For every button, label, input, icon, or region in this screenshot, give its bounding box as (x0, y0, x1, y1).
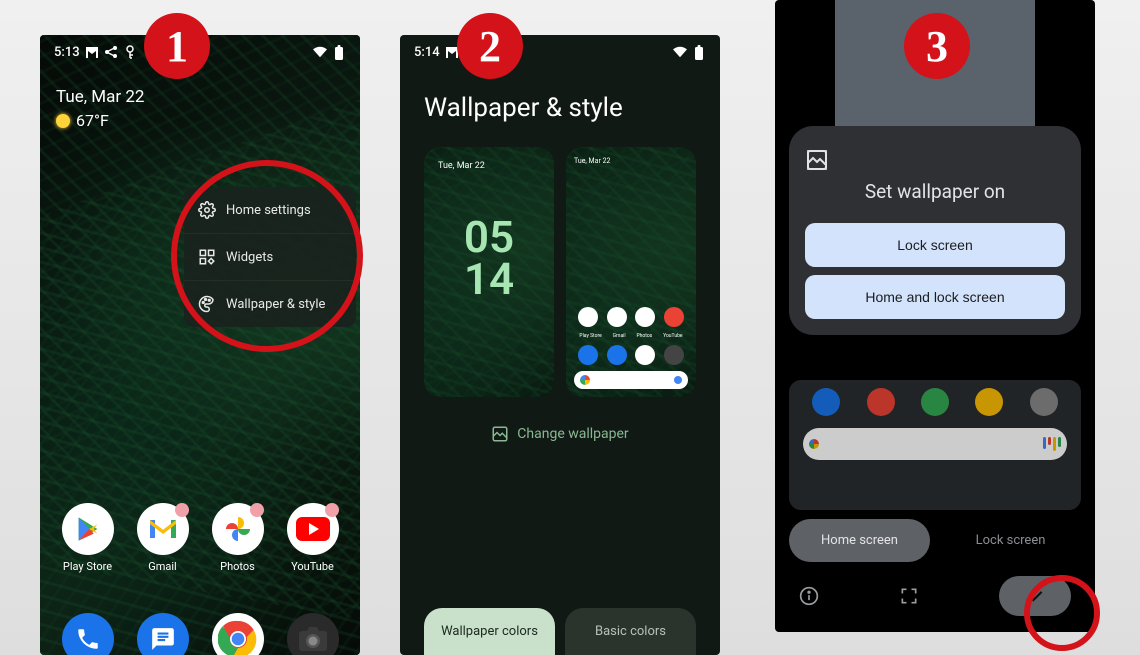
notification-dot (175, 503, 189, 517)
key-status-icon (123, 45, 137, 59)
gear-icon (198, 201, 216, 219)
mini-date: Tue, Mar 22 (574, 157, 610, 165)
app-label: Photos (220, 560, 255, 573)
mic-icon (1043, 437, 1061, 451)
home-app-row: Play Store Gmail Photos YouTube (40, 503, 360, 573)
status-time: 5:14 (414, 45, 440, 60)
menu-widgets[interactable]: Widgets (184, 234, 356, 281)
menu-wallpaper-style[interactable]: Wallpaper & style (184, 281, 356, 327)
app-play-store[interactable]: Play Store (56, 503, 120, 573)
page-title: Wallpaper & style (400, 65, 720, 147)
phone-screenshot-2: 5:14 Wallpaper & style Tue, Mar 22 05 (400, 35, 720, 655)
tab-lock-screen[interactable]: Lock screen (940, 519, 1081, 562)
palette-icon (198, 295, 216, 313)
mini-search-bar (574, 371, 688, 389)
check-icon (1025, 586, 1045, 606)
dialog-title: Set wallpaper on (805, 180, 1065, 203)
homescreen-preview[interactable]: Tue, Mar 22 Play Store Gmail Photos YouT… (566, 147, 696, 397)
play-store-icon (62, 503, 114, 555)
tab-wallpaper-colors[interactable]: Wallpaper colors (424, 608, 555, 655)
youtube-icon (287, 503, 339, 555)
widgets-icon (198, 248, 216, 266)
wallpaper-dialog-icon (805, 148, 1065, 172)
messages-icon (137, 613, 189, 655)
weather-temp[interactable]: 67°F (56, 111, 144, 130)
wifi-icon (313, 45, 327, 59)
option-home-and-lock[interactable]: Home and lock screen (805, 275, 1065, 319)
app-chrome[interactable] (206, 613, 270, 655)
lockscreen-preview[interactable]: Tue, Mar 22 05 14 (424, 147, 554, 397)
wifi-icon (673, 45, 687, 59)
home-longpress-menu: Home settings Widgets Wallpaper & style (184, 187, 356, 327)
app-photos[interactable]: Photos (206, 503, 270, 573)
change-wallpaper-button[interactable]: Change wallpaper (400, 425, 720, 443)
app-label: YouTube (291, 560, 334, 573)
weather-date[interactable]: Tue, Mar 22 (56, 87, 144, 107)
camera-icon (287, 613, 339, 655)
share-status-icon (104, 45, 118, 59)
tab-basic-colors[interactable]: Basic colors (565, 608, 696, 655)
app-phone[interactable] (56, 613, 120, 655)
change-wallpaper-label: Change wallpaper (517, 426, 628, 442)
battery-icon (692, 45, 706, 59)
sunny-icon (56, 114, 70, 128)
menu-label: Wallpaper & style (226, 297, 325, 312)
set-wallpaper-dialog: Set wallpaper on Lock screen Home and lo… (789, 126, 1081, 335)
option-lock-screen[interactable]: Lock screen (805, 223, 1065, 267)
step-badge-3: 3 (904, 13, 970, 79)
lock-preview-clock: 05 14 (424, 217, 554, 301)
chrome-icon (212, 613, 264, 655)
notification-dot (325, 503, 339, 517)
info-icon[interactable] (799, 586, 819, 606)
gmail-status-icon (85, 45, 99, 59)
home-preview-backdrop (789, 380, 1081, 510)
preview-target-tabs: Home screen Lock screen (789, 519, 1081, 562)
step-badge-2: 2 (457, 13, 523, 79)
phone-icon (62, 613, 114, 655)
menu-label: Home settings (226, 203, 311, 218)
home-preview-grid: Play Store Gmail Photos YouTube (574, 307, 688, 389)
confirm-button[interactable] (999, 576, 1071, 616)
google-logo-icon (809, 439, 819, 449)
phone-screenshot-3: Set wallpaper on Lock screen Home and lo… (775, 0, 1095, 632)
app-gmail[interactable]: Gmail (131, 503, 195, 573)
at-a-glance-widget[interactable]: Tue, Mar 22 67°F (56, 87, 144, 130)
app-messages[interactable] (131, 613, 195, 655)
app-youtube[interactable]: YouTube (281, 503, 345, 573)
wallpaper-icon (491, 425, 509, 443)
status-bar: 5:14 (400, 35, 720, 65)
app-camera[interactable] (281, 613, 345, 655)
app-label: Play Store (63, 560, 112, 573)
wallpaper-previews: Tue, Mar 22 05 14 Tue, Mar 22 Play Store… (400, 147, 720, 397)
step-badge-1: 1 (144, 13, 210, 79)
status-time: 5:13 (54, 45, 80, 60)
bottom-action-bar (775, 574, 1095, 618)
photos-icon (212, 503, 264, 555)
lock-preview-date: Tue, Mar 22 (438, 161, 485, 171)
tab-home-screen[interactable]: Home screen (789, 519, 930, 562)
app-label: Gmail (148, 560, 176, 573)
color-source-tabs: Wallpaper colors Basic colors (400, 608, 720, 655)
mini-search-bar (803, 428, 1067, 460)
fullscreen-icon[interactable] (899, 586, 919, 606)
notification-dot (250, 503, 264, 517)
gmail-icon (137, 503, 189, 555)
battery-icon (332, 45, 346, 59)
menu-label: Widgets (226, 250, 273, 265)
home-dock (40, 613, 360, 655)
phone-screenshot-1: 5:13 Tue, Mar 22 67°F (40, 35, 360, 655)
menu-home-settings[interactable]: Home settings (184, 187, 356, 234)
